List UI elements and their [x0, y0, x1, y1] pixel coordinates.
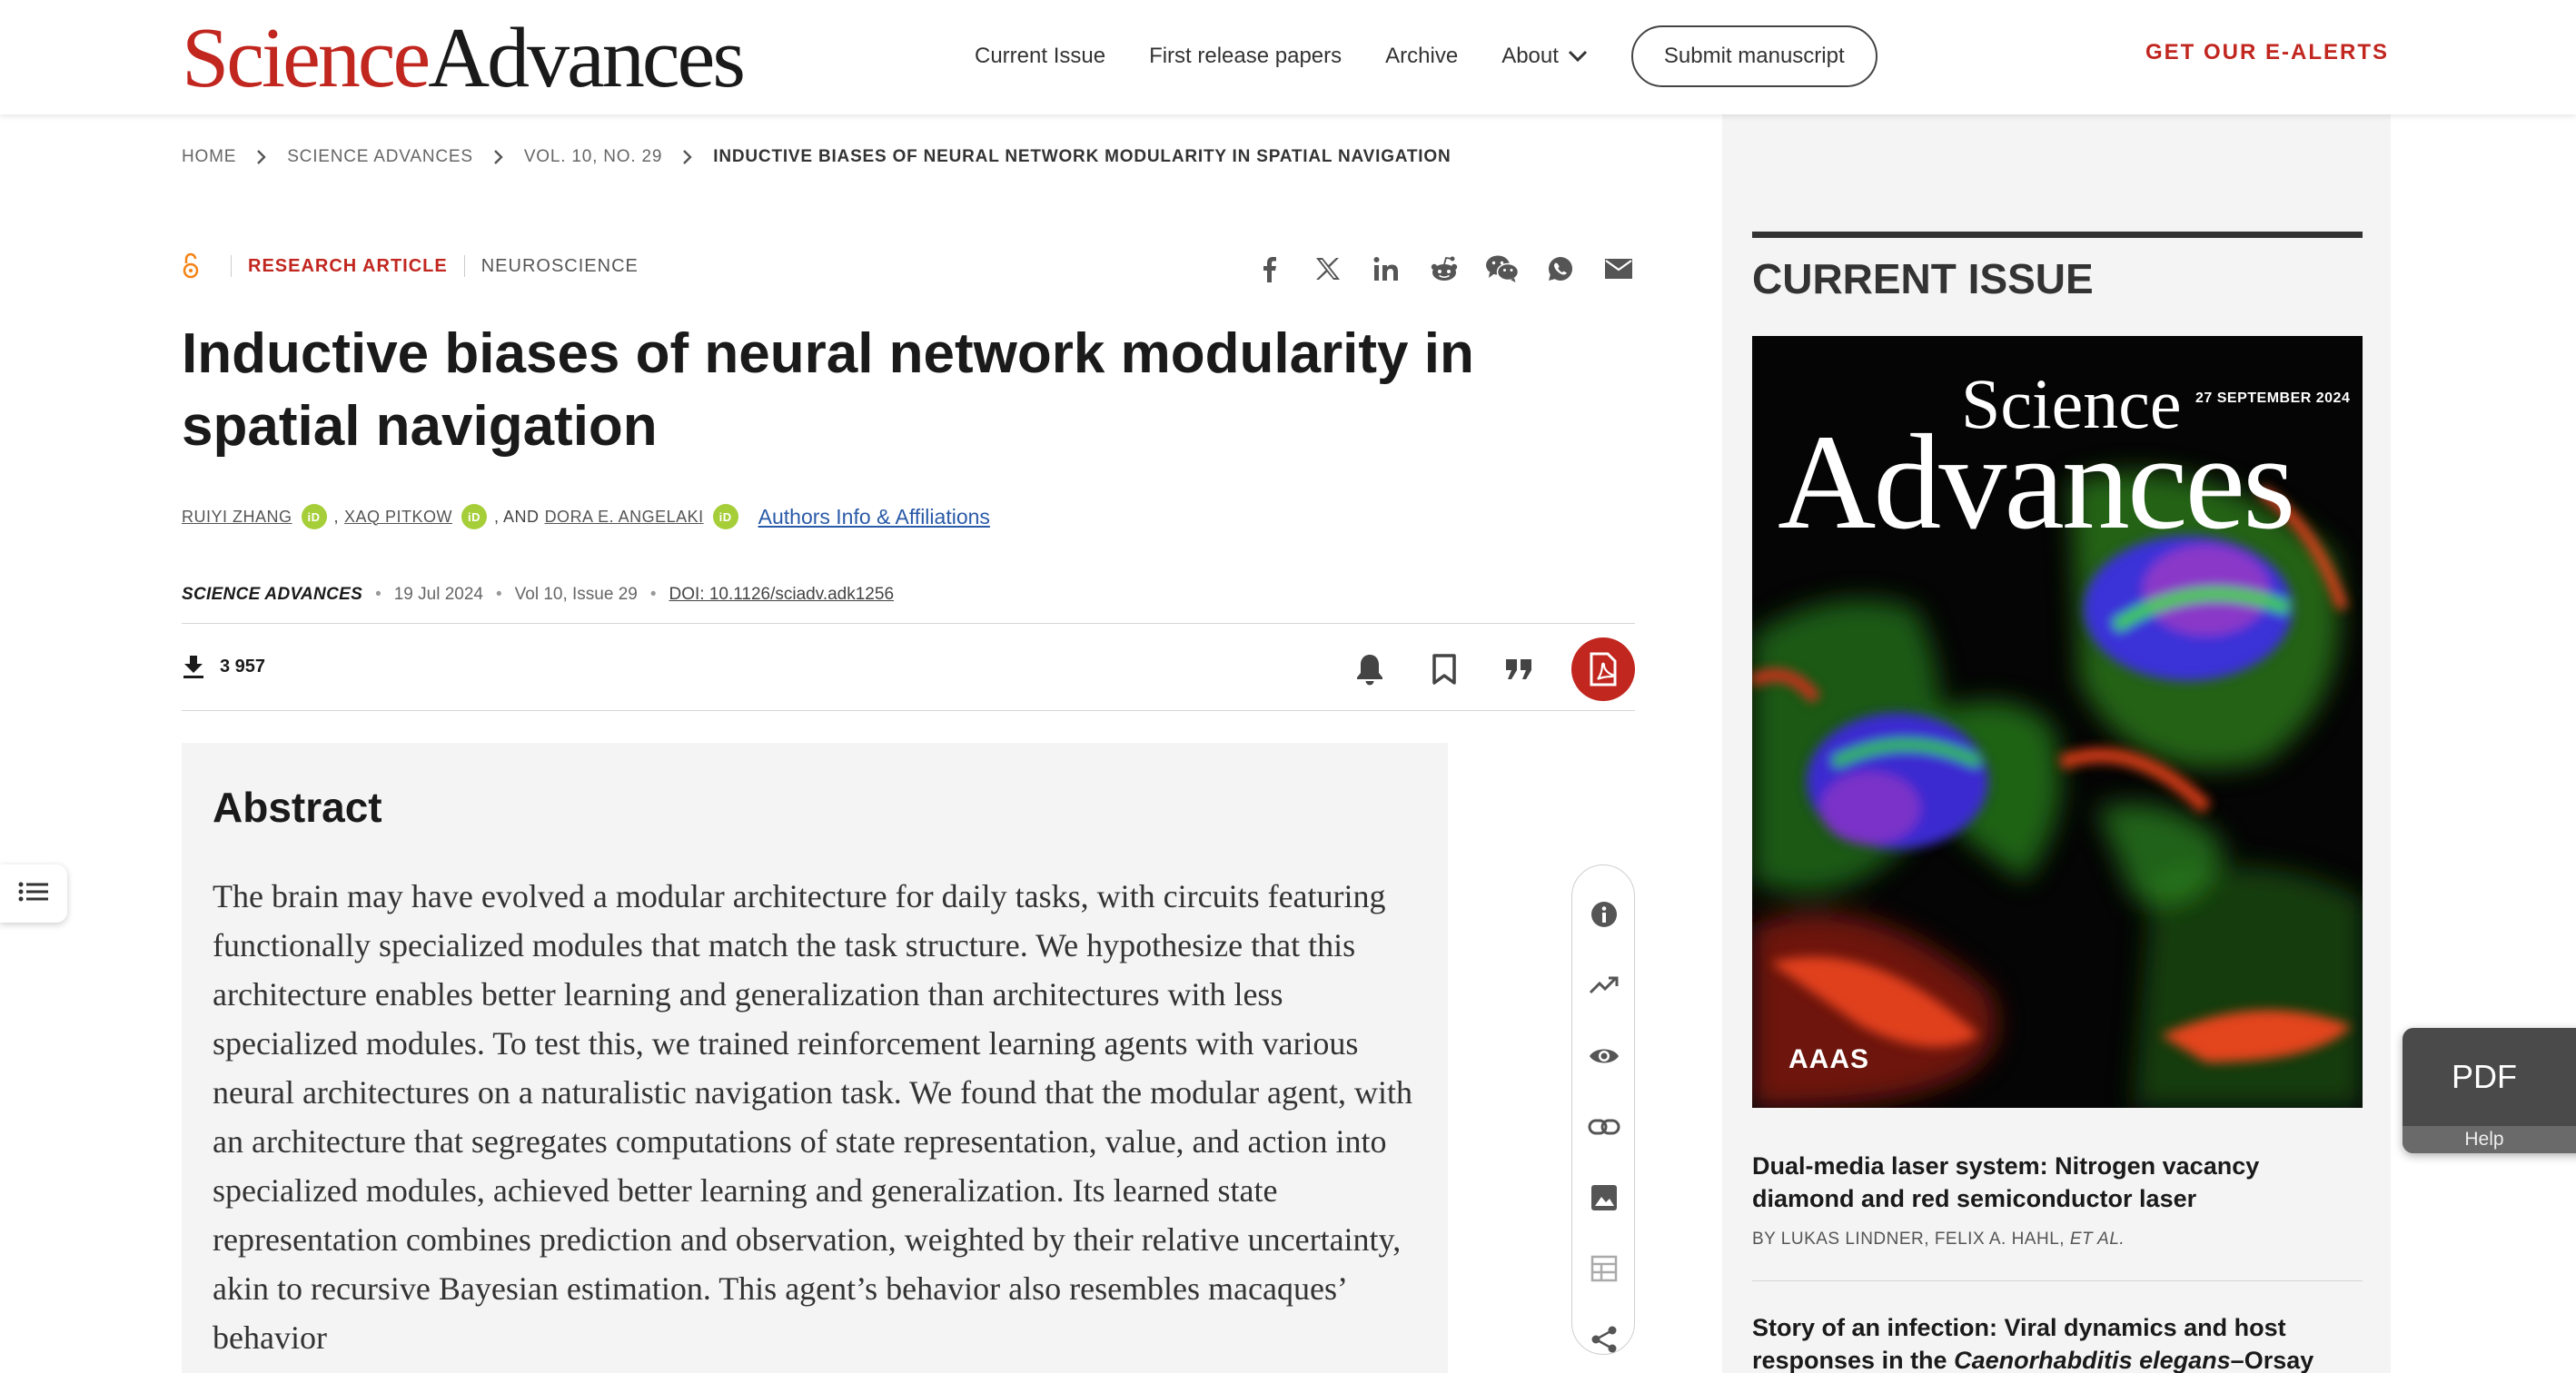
- cover-date: 27 SEPTEMBER 2024: [2195, 390, 2351, 406]
- table-icon[interactable]: [1586, 1250, 1622, 1287]
- submit-manuscript-button[interactable]: Submit manuscript: [1630, 25, 1878, 87]
- chevron-right-icon: [493, 149, 504, 165]
- journal-name: SCIENCE ADVANCES: [182, 585, 363, 604]
- author-list: RUIYI ZHANG iD , XAQ PITKOW iD , AND DOR…: [182, 504, 990, 529]
- nav-current-issue[interactable]: Current Issue: [975, 44, 1105, 69]
- orcid-icon[interactable]: iD: [301, 504, 327, 529]
- breadcrumb: HOME SCIENCE ADVANCES VOL. 10, NO. 29 IN…: [182, 147, 1451, 167]
- eye-icon[interactable]: [1586, 1038, 1622, 1074]
- chevron-right-icon: [256, 149, 267, 165]
- article-meta-row: RESEARCH ARTICLE NEUROSCIENCE: [182, 252, 639, 280]
- bullet-separator: •: [649, 585, 657, 604]
- wechat-icon[interactable]: [1484, 251, 1521, 287]
- bookmark-icon[interactable]: [1422, 647, 1466, 691]
- download-icon: [182, 654, 205, 679]
- abstract-text: The brain may have evolved a modular arc…: [213, 878, 1413, 1356]
- facebook-icon[interactable]: [1252, 251, 1288, 287]
- breadcrumb-current: INDUCTIVE BIASES OF NEURAL NETWORK MODUL…: [713, 147, 1451, 166]
- current-issue-rule: [1752, 232, 2363, 238]
- quote-icon[interactable]: [1497, 647, 1541, 691]
- pdf-widget-label: PDF: [2452, 1058, 2517, 1095]
- nav-about[interactable]: About: [1501, 44, 1588, 69]
- current-issue-article: Story of an infection: Viral dynamics an…: [1752, 1311, 2363, 1373]
- pdf-icon[interactable]: [1571, 637, 1635, 701]
- science-advances-logo[interactable]: Science Advances: [182, 11, 746, 105]
- doi-link[interactable]: DOI: 10.1126/sciadv.adk1256: [669, 585, 895, 605]
- reddit-icon[interactable]: [1426, 251, 1462, 287]
- article-tools-rail: [1571, 864, 1635, 1355]
- article-toolbar: 3 957: [182, 625, 1635, 710]
- orcid-icon[interactable]: iD: [461, 504, 488, 529]
- divider: [1752, 1280, 2363, 1281]
- downloads-value: 3 957: [220, 656, 266, 677]
- current-issue-article: Dual-media laser system: Nitrogen vacanc…: [1752, 1150, 2363, 1250]
- divider: [182, 710, 1635, 711]
- chevron-right-icon: [682, 149, 693, 165]
- author-name[interactable]: XAQ PITKOW: [344, 508, 452, 527]
- nav-about-label: About: [1501, 44, 1559, 68]
- table-of-contents-toggle[interactable]: [0, 864, 67, 923]
- article-subject[interactable]: NEUROSCIENCE: [481, 256, 639, 277]
- breadcrumb-issue[interactable]: VOL. 10, NO. 29: [524, 147, 662, 167]
- authors-affiliations-link[interactable]: Authors Info & Affiliations: [758, 505, 990, 529]
- breadcrumb-journal[interactable]: SCIENCE ADVANCES: [287, 147, 473, 167]
- main-nav: Current Issue First release papers Archi…: [975, 25, 1878, 87]
- byline-etal: ET AL.: [2069, 1230, 2125, 1249]
- x-icon[interactable]: [1310, 251, 1346, 287]
- share-bar: [1252, 251, 1659, 287]
- aaas-logo: AAAS: [1788, 1044, 1870, 1074]
- share-icon[interactable]: [1586, 1321, 1622, 1358]
- info-icon[interactable]: [1586, 896, 1622, 933]
- article-byline: BY LUKAS LINDNER, FELIX A. HAHL, ET AL.: [1752, 1230, 2363, 1250]
- list-icon: [17, 881, 50, 907]
- get-ealerts-link[interactable]: GET OUR E-ALERTS: [2145, 40, 2389, 65]
- volume-issue[interactable]: Vol 10, Issue 29: [515, 585, 638, 605]
- linkedin-icon[interactable]: [1368, 251, 1404, 287]
- breadcrumb-home[interactable]: HOME: [182, 147, 236, 167]
- site-header: Science Advances Current Issue First rel…: [0, 0, 2576, 114]
- author-separator: ,: [333, 507, 340, 526]
- orcid-icon[interactable]: iD: [712, 504, 738, 529]
- whatsapp-icon[interactable]: [1542, 251, 1579, 287]
- nav-archive[interactable]: Archive: [1385, 44, 1458, 69]
- author-name[interactable]: RUIYI ZHANG: [182, 508, 292, 527]
- citation-line: SCIENCE ADVANCES • 19 Jul 2024 • Vol 10,…: [182, 585, 894, 605]
- pdf-help-widget[interactable]: PDF Help: [2403, 1028, 2576, 1153]
- chevron-down-icon: [1568, 50, 1588, 63]
- abstract-section: Abstract The brain may have evolved a mo…: [182, 743, 1448, 1373]
- divider: [463, 255, 465, 277]
- bell-icon[interactable]: [1348, 647, 1392, 691]
- toolbar-actions: [1317, 637, 1635, 701]
- bullet-separator: •: [495, 585, 502, 604]
- divider: [182, 623, 1635, 624]
- image-icon[interactable]: [1586, 1180, 1622, 1216]
- current-issue-heading: CURRENT ISSUE: [1752, 255, 2094, 302]
- logo-science: Science: [182, 11, 431, 105]
- email-icon[interactable]: [1600, 251, 1637, 287]
- article-title: Inductive biases of neural network modul…: [182, 322, 1474, 458]
- abstract-heading: Abstract: [213, 784, 382, 831]
- metrics-icon[interactable]: [1586, 967, 1622, 1003]
- author-separator: , AND: [494, 507, 540, 526]
- issue-cover-image[interactable]: Science Advances 27 SEPTEMBER 2024 AAAS: [1752, 336, 2363, 1108]
- divider: [231, 255, 232, 277]
- logo-advances: Advances: [428, 11, 746, 105]
- article-link[interactable]: Story of an infection: Viral dynamics an…: [1752, 1311, 2363, 1373]
- downloads-count: 3 957: [182, 654, 265, 679]
- article-type[interactable]: RESEARCH ARTICLE: [248, 256, 448, 277]
- link-icon[interactable]: [1586, 1109, 1622, 1145]
- article-title-italic: Caenorhabditis elegans: [1954, 1347, 2231, 1373]
- nav-first-release[interactable]: First release papers: [1149, 44, 1342, 69]
- cover-title-advances: Advances: [1778, 407, 2295, 558]
- open-access-icon: [182, 252, 200, 280]
- bullet-separator: •: [375, 585, 381, 604]
- author-name[interactable]: DORA E. ANGELAKI: [545, 508, 704, 527]
- byline-authors: BY LUKAS LINDNER, FELIX A. HAHL,: [1752, 1230, 2066, 1249]
- pdf-widget-help: Help: [2403, 1126, 2576, 1153]
- article-link[interactable]: Dual-media laser system: Nitrogen vacanc…: [1752, 1150, 2363, 1215]
- publication-date: 19 Jul 2024: [393, 585, 483, 604]
